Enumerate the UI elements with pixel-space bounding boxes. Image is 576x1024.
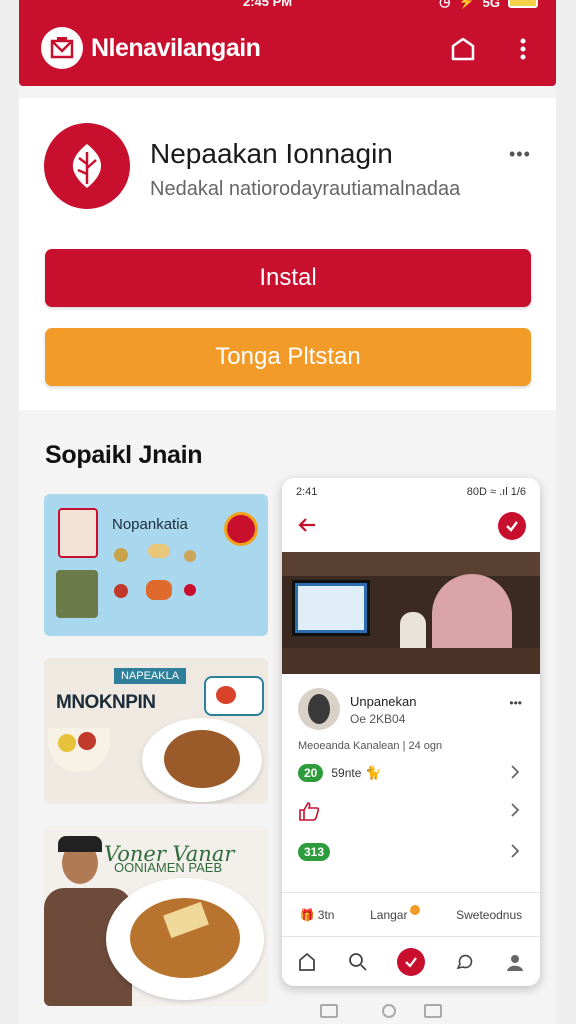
leaf-emblem-icon	[72, 144, 102, 188]
phone-status-icons: 80D ≈ .ıl 1/6	[466, 486, 526, 498]
tab-language[interactable]: Langar	[370, 904, 421, 922]
thumbnail-badge: NAPEAKLA	[114, 668, 186, 684]
check-icon	[506, 521, 518, 532]
chevron-right-icon	[511, 803, 520, 817]
screenshot-thumbnail[interactable]: Nopankatia	[44, 494, 268, 636]
gift-icon: 🎁	[299, 907, 315, 922]
arrow-left-icon	[298, 518, 315, 532]
verified-badge-button[interactable]	[498, 512, 526, 540]
post-author: Unpanekan	[350, 694, 417, 709]
alarm-icon: ◷	[439, 0, 451, 9]
screenshot-thumbnail[interactable]: Voner Vanar OONIAMEN PAEB	[44, 826, 268, 1006]
home-circle-icon[interactable]	[382, 1004, 396, 1018]
tab-label: 3tn	[317, 907, 335, 922]
avatar	[58, 508, 98, 558]
avatar	[56, 570, 98, 618]
chevron-right-icon	[511, 765, 520, 779]
food-plate	[106, 878, 264, 1000]
app-subtitle: Nedakal natiorodayrautiamalnadaa	[150, 178, 461, 200]
row-label: 59nte	[331, 766, 362, 780]
food-plate	[142, 718, 262, 802]
bolt-icon: ⚡	[458, 0, 475, 9]
back-nav-icon[interactable]	[424, 1004, 442, 1018]
nav-profile-icon[interactable]	[503, 950, 527, 974]
tab-label: Sweteodnus	[456, 907, 523, 922]
app-info-card: Nepaakan Ionnagin Nedakal natiorodayraut…	[19, 98, 556, 410]
count-pill: 313	[298, 843, 331, 861]
network-label: 5G	[482, 0, 500, 10]
badge-icon	[224, 512, 258, 546]
recents-icon[interactable]	[320, 1004, 338, 1018]
tab-gifts[interactable]: 🎁 3tn	[300, 908, 335, 922]
nav-verified-icon[interactable]	[396, 947, 425, 976]
notification-dot-icon	[410, 904, 421, 915]
fruit-bowl	[48, 728, 110, 772]
avatar[interactable]	[298, 688, 340, 730]
phone-status-time: 2:41	[296, 486, 318, 498]
app-name: Nepaakan Ionnagin	[150, 138, 393, 169]
post-photo	[282, 552, 540, 674]
thumbs-up-icon	[299, 802, 320, 821]
phone-preview: 2:41 80D ≈ .ıl 1/6 Unpanekan Oe 2KB04 ••…	[282, 478, 540, 986]
top-app-bar: 2:45 PM ◷ ⚡ 5G Nlenavilangain	[19, 0, 556, 86]
count-pill: 20	[298, 764, 324, 782]
app-icon	[44, 123, 130, 209]
more-vertical-icon	[520, 38, 526, 60]
screenshot-thumbnail[interactable]: NAPEAKLA MNOKNPIN	[44, 658, 268, 804]
more-horizontal-icon[interactable]: •••	[509, 696, 522, 710]
list-item[interactable]: 313	[298, 839, 526, 865]
status-bar: 2:45 PM ◷ ⚡ 5G	[19, 0, 556, 10]
secondary-action-button[interactable]: Tonga Pltstan	[45, 328, 531, 386]
overflow-menu-button[interactable]	[513, 36, 533, 62]
more-horizontal-icon[interactable]: •••	[509, 144, 531, 165]
nav-search-icon[interactable]	[346, 950, 370, 974]
logo-icon	[50, 37, 74, 59]
status-time: 2:45 PM	[243, 0, 293, 9]
header-title: Nlenavilangain	[91, 34, 261, 62]
phone-bottom-nav	[282, 936, 540, 986]
list-item[interactable]	[298, 798, 526, 824]
thumbnail-title: Nopankatia	[112, 516, 188, 533]
install-button[interactable]: Instal	[45, 249, 531, 307]
tab-details[interactable]: Sweteodnus	[456, 908, 522, 922]
post-description: Meoeanda Kanalean | 24 ogn	[298, 740, 443, 752]
post-time: Oe 2KB04	[350, 712, 406, 726]
app-logo[interactable]	[41, 27, 83, 69]
system-nav-bar	[0, 1000, 576, 1024]
tab-label: Langar	[370, 907, 408, 922]
thumbnail-title: MNOKNPIN	[56, 692, 156, 713]
back-button[interactable]	[296, 514, 318, 536]
chevron-right-icon	[511, 844, 520, 858]
phone-tab-row: 🎁 3tn Langar Sweteodnus	[282, 892, 540, 936]
home-icon	[451, 37, 475, 61]
status-icons: ◷ ⚡ 5G	[439, 0, 538, 10]
food-icons	[114, 544, 204, 604]
nav-chat-icon[interactable]	[452, 950, 476, 974]
side-dish	[204, 676, 264, 716]
nav-home-icon[interactable]	[295, 950, 319, 974]
list-item[interactable]: 20 59nte 🐈	[298, 760, 526, 786]
phone-status-bar: 2:41 80D ≈ .ıl 1/6	[282, 478, 540, 504]
section-title: Sopaikl Jnain	[45, 441, 203, 469]
home-button[interactable]	[449, 35, 477, 63]
battery-icon	[508, 0, 538, 8]
cat-icon: 🐈	[365, 765, 382, 780]
